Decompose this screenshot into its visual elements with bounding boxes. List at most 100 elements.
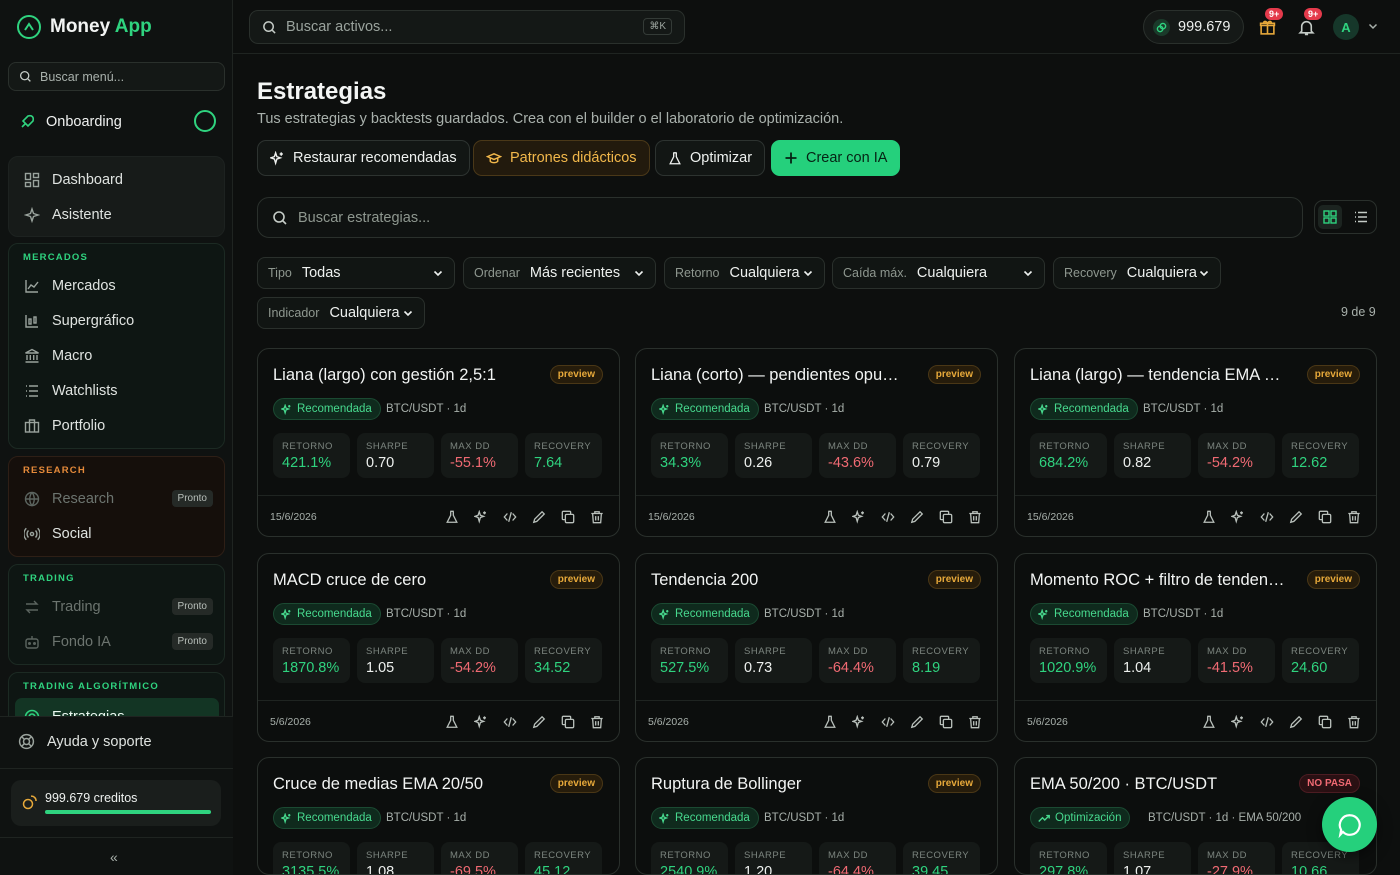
pair-label: BTC/USDT · 1d	[386, 608, 467, 620]
menu-search-input[interactable]: Buscar menú...	[8, 62, 225, 91]
strategy-card[interactable]: Cruce de medias EMA 20/50 preview Recome…	[257, 757, 620, 875]
metric-value: 0.79	[912, 455, 941, 471]
shortcut-hint: ⌘K	[643, 18, 672, 35]
copy-icon[interactable]	[938, 714, 954, 730]
balance-chip[interactable]: 999.679	[1143, 10, 1244, 44]
sidebar-item-social[interactable]: Social	[23, 522, 213, 546]
sparkles-icon[interactable]	[1230, 509, 1246, 525]
collapse-sidebar-button[interactable]: «	[110, 849, 118, 865]
metric-value: 684.2%	[1039, 455, 1089, 471]
pencil-icon[interactable]	[531, 714, 547, 730]
sidebar-item-portfolio[interactable]: Portfolio	[23, 414, 213, 438]
restore-recommended-button[interactable]: Restaurar recomendadas	[257, 140, 470, 176]
pencil-icon[interactable]	[909, 509, 925, 525]
code-icon[interactable]	[502, 714, 518, 730]
sidebar-item-macro[interactable]: Macro	[23, 344, 213, 368]
flask-icon[interactable]	[822, 509, 838, 525]
copy-icon[interactable]	[938, 509, 954, 525]
strategy-card[interactable]: MACD cruce de cero preview Recomendada B…	[257, 553, 620, 742]
strategy-search-input[interactable]: Buscar estrategias...	[257, 197, 1303, 238]
recommended-pill: Recomendada	[651, 603, 759, 625]
card-date: 15/6/2026	[270, 511, 317, 523]
onboarding-item[interactable]: Onboarding	[18, 108, 216, 136]
grid-view-button[interactable]	[1318, 205, 1343, 229]
filter-retorno[interactable]: Retorno Cualquiera	[664, 257, 825, 289]
sidebar-item-supergrafico[interactable]: Supergráfico	[23, 309, 213, 333]
help-support-link[interactable]: Ayuda y soporte	[18, 733, 152, 750]
code-icon[interactable]	[502, 509, 518, 525]
trash-icon[interactable]	[1346, 509, 1362, 525]
notifications-badge: 9+	[1304, 8, 1323, 20]
card-title: Cruce de medias EMA 20/50	[273, 775, 484, 793]
card-footer: 5/6/2026	[636, 700, 997, 741]
pencil-icon[interactable]	[1288, 714, 1304, 730]
code-icon[interactable]	[880, 714, 896, 730]
pencil-icon[interactable]	[909, 714, 925, 730]
gift-button[interactable]: 9+	[1255, 8, 1284, 39]
filter-indicador[interactable]: Indicador Cualquiera	[257, 297, 425, 329]
strategy-card[interactable]: Liana (corto) — pendientes opuestas prev…	[635, 348, 998, 537]
copy-icon[interactable]	[560, 509, 576, 525]
sparkles-icon[interactable]	[851, 714, 867, 730]
sidebar-item-fondo-ia[interactable]: Fondo IA Pronto	[23, 630, 213, 654]
app-logo[interactable]: Money App	[17, 14, 152, 40]
filter-tipo[interactable]: Tipo Todas	[257, 257, 455, 289]
strategy-card[interactable]: Momento ROC + filtro de tendencia previe…	[1014, 553, 1377, 742]
sparkles-icon[interactable]	[851, 509, 867, 525]
asset-search-input[interactable]: Buscar activos... ⌘K	[249, 10, 685, 44]
sparkles-icon[interactable]	[473, 509, 489, 525]
didactic-patterns-button[interactable]: Patrones didácticos	[473, 140, 650, 176]
credits-widget[interactable]: 999.679 creditos	[11, 780, 221, 826]
sidebar-item-dashboard[interactable]: Dashboard	[23, 168, 213, 192]
copy-icon[interactable]	[1317, 714, 1333, 730]
filter-ordenar[interactable]: Ordenar Más recientes	[463, 257, 656, 289]
sidebar-item-mercados[interactable]: Mercados	[23, 274, 213, 298]
mercados-group: MERCADOS Mercados Supergráfico Macro Wat…	[8, 243, 225, 449]
code-icon[interactable]	[1259, 509, 1275, 525]
strategy-card[interactable]: Liana (largo) — tendencia EMA 50/200 pre…	[1014, 348, 1377, 537]
optimize-button[interactable]: Optimizar	[655, 140, 766, 176]
sidebar-item-trading[interactable]: Trading Pronto	[23, 595, 213, 619]
strategy-card[interactable]: Tendencia 200 preview Recomendada BTC/US…	[635, 553, 998, 742]
metric-label: SHARPE	[744, 850, 787, 861]
sidebar-item-watchlists[interactable]: Watchlists	[23, 379, 213, 403]
list-view-button[interactable]	[1349, 205, 1373, 229]
code-icon[interactable]	[1259, 714, 1275, 730]
sidebar-item-research[interactable]: Research Pronto	[23, 487, 213, 511]
pair-label: BTC/USDT · 1d	[1143, 608, 1224, 620]
filter-caida-max[interactable]: Caída máx. Cualquiera	[832, 257, 1045, 289]
sparkles-icon[interactable]	[473, 714, 489, 730]
flask-icon[interactable]	[444, 714, 460, 730]
pill-label: Recomendada	[1054, 608, 1129, 620]
sparkles-icon	[1038, 403, 1048, 415]
sparkles-icon[interactable]	[1230, 714, 1246, 730]
trash-icon[interactable]	[967, 714, 983, 730]
copy-icon[interactable]	[560, 714, 576, 730]
pencil-icon[interactable]	[1288, 509, 1304, 525]
notifications-button[interactable]: 9+	[1294, 8, 1323, 39]
chat-button[interactable]	[1322, 797, 1377, 852]
flask-icon[interactable]	[1201, 509, 1217, 525]
chevron-down-icon	[433, 270, 443, 277]
trash-icon[interactable]	[589, 509, 605, 525]
code-icon[interactable]	[880, 509, 896, 525]
flask-icon[interactable]	[822, 714, 838, 730]
flask-icon[interactable]	[1201, 714, 1217, 730]
strategy-card[interactable]: Ruptura de Bollinger preview Recomendada…	[635, 757, 998, 875]
filter-recovery[interactable]: Recovery Cualquiera	[1053, 257, 1221, 289]
pencil-icon[interactable]	[531, 509, 547, 525]
card-date: 5/6/2026	[648, 716, 689, 728]
trash-icon[interactable]	[589, 714, 605, 730]
trash-icon[interactable]	[1346, 714, 1362, 730]
chevron-down-icon[interactable]	[1367, 20, 1379, 32]
create-with-ai-button[interactable]: Crear con IA	[771, 140, 901, 176]
avatar[interactable]: A	[1333, 14, 1359, 40]
strategy-card[interactable]: Liana (largo) con gestión 2,5:1 preview …	[257, 348, 620, 537]
copy-icon[interactable]	[1317, 509, 1333, 525]
sidebar-item-asistente[interactable]: Asistente	[23, 203, 213, 227]
flask-icon[interactable]	[444, 509, 460, 525]
grid-icon	[1323, 210, 1337, 224]
filter-label: Tipo	[268, 266, 292, 280]
trash-icon[interactable]	[967, 509, 983, 525]
chevron-down-icon	[1023, 270, 1033, 277]
